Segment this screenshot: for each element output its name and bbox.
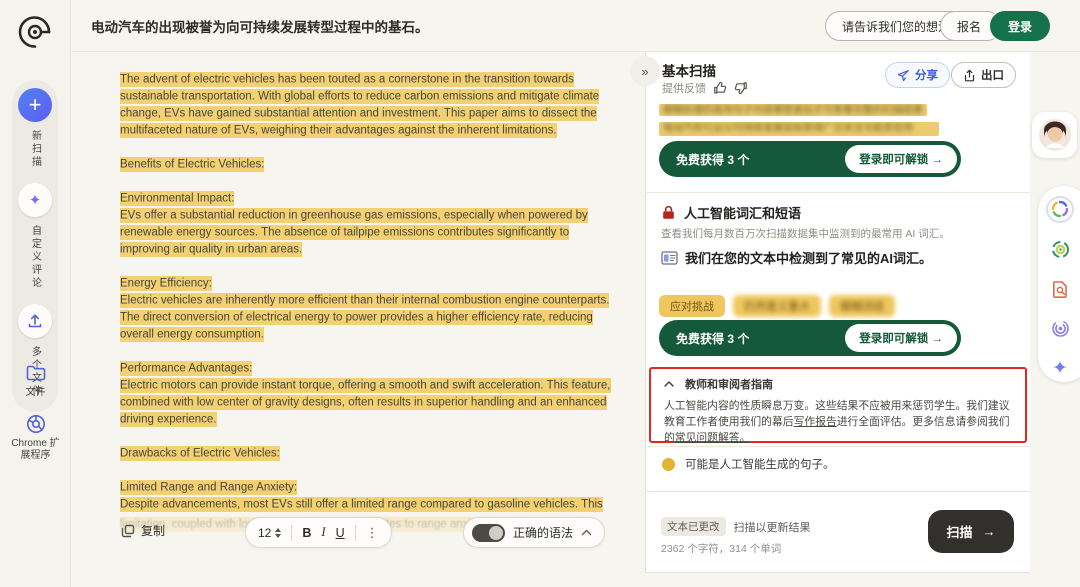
underline-button[interactable]: U	[336, 526, 345, 540]
multiple-files-button[interactable]	[18, 304, 52, 338]
custom-review-button[interactable]: ✦	[18, 183, 52, 217]
ai-vocab-subtitle: 查看我们每月数百万次扫描数据集中监测到的最常用 AI 词汇。	[661, 226, 950, 241]
font-size-stepper[interactable]: 12	[258, 526, 281, 540]
vocab-card-icon	[661, 251, 678, 265]
chevron-up-icon[interactable]	[581, 529, 592, 536]
vocab-tag[interactable]: 应对挑战	[659, 295, 725, 317]
unlock-banner-label: 免费获得 3 个	[659, 330, 845, 347]
educator-guide-body: 人工智能内容的性质瞬息万变。这些结果不应被用来惩罚学生。我们建议教育工作者使用我…	[664, 398, 1012, 446]
arrow-right-icon: →	[983, 524, 996, 539]
grammar-toggle[interactable]	[472, 524, 505, 542]
new-scan-label: 新扫描	[28, 130, 43, 169]
export-button[interactable]: 出口	[951, 62, 1016, 88]
sparkle-tool-icon[interactable]: ✦	[1046, 355, 1074, 382]
chrome-icon[interactable]	[25, 413, 47, 435]
faq-link[interactable]: 常见问题解答。	[675, 432, 751, 444]
copy-icon	[121, 524, 135, 538]
paragraph: Environmental Impact: EVs offer a substa…	[120, 190, 612, 258]
login-unlock-button[interactable]: 登录即可解锁 →	[845, 324, 957, 352]
vocab-tag-blurred: 模糊词组	[829, 295, 895, 317]
vocab-tag-blurred: 仍然意义重大	[733, 295, 821, 317]
share-button[interactable]: 分享	[885, 62, 950, 88]
paragraph: Performance Advantages: Electric motors …	[120, 360, 612, 428]
scan-button[interactable]: 扫描 →	[928, 510, 1014, 553]
panel-title: 基本扫描	[662, 60, 716, 80]
more-options-icon[interactable]: ⋮	[366, 525, 379, 541]
scan-results-panel: » 基本扫描 提供反馈 分享 出口 模糊处理的高亮句子内容需登录后才可查看完整的…	[645, 52, 1030, 573]
italic-button[interactable]: I	[321, 525, 325, 540]
auth-buttons: 报名 登录	[940, 11, 1050, 41]
detected-vocab-text: 我们在您的文本中检测到了常见的AI词汇。	[685, 248, 932, 267]
sidebar: + 新扫描 ✦ 自定义评论 多个文件 文件 Chro	[0, 0, 71, 587]
chevron-up-icon[interactable]	[664, 381, 674, 387]
detected-vocab-row: 我们在您的文本中检测到了常见的AI词汇。	[661, 248, 932, 267]
sidebar-bottom-group: 文件 Chrome 扩 展程序	[0, 348, 71, 462]
sparkle-icon: ✦	[1052, 357, 1068, 380]
sparkle-icon: ✦	[29, 191, 42, 209]
avatar-image	[1038, 118, 1072, 152]
paragraph: Drawbacks of Electric Vehicles:	[120, 445, 612, 462]
divider	[646, 446, 1030, 447]
unlock-banner[interactable]: 免费获得 3 个 登录即可解锁 →	[659, 320, 961, 356]
ai-sentence-legend: 可能是人工智能生成的句子。	[662, 456, 835, 472]
blurred-highlighted-sentence: 模糊处理的高亮句子内容需登录后才可查看完整的扫描结果	[659, 104, 927, 116]
ai-vocab-section-header: 人工智能词汇和短语	[661, 203, 801, 222]
editor-text[interactable]: The advent of electric vehicles has been…	[120, 71, 612, 550]
new-scan-button[interactable]: +	[18, 88, 52, 122]
paragraph: Limited Range and Range Anxiety: Despite…	[120, 479, 612, 513]
plagiarism-tool-icon[interactable]	[1046, 236, 1074, 263]
paragraph: The advent of electric vehicles has been…	[120, 71, 612, 139]
ai-scan-tool-icon[interactable]	[1046, 196, 1074, 223]
panel-footer: 文本已更改 扫描以更新结果 2362 个字符，314 个单词 扫描 →	[646, 491, 1030, 572]
divider	[646, 192, 1030, 193]
educator-guide-box: 教师和审阅者指南 人工智能内容的性质瞬息万变。这些结果不应被用来惩罚学生。我们建…	[649, 367, 1027, 443]
paper-plane-icon	[897, 69, 910, 82]
paragraph: Benefits of Electric Vehicles:	[120, 156, 612, 173]
bold-button[interactable]: B	[302, 526, 311, 540]
app-root: + 新扫描 ✦ 自定义评论 多个文件 文件 Chro	[0, 0, 1080, 587]
legend-text: 可能是人工智能生成的句子。	[685, 456, 835, 472]
files-label: 文件	[26, 387, 46, 399]
educator-guide-header[interactable]: 教师和审阅者指南	[664, 376, 1012, 392]
panel-collapse-button[interactable]: »	[630, 56, 660, 86]
plus-icon: +	[29, 92, 42, 118]
upload-icon	[27, 313, 43, 329]
editor-area[interactable]: The advent of electric vehicles has been…	[71, 52, 645, 587]
paragraph: Energy Efficiency: Electric vehicles are…	[120, 275, 612, 343]
unlock-banner[interactable]: 免费获得 3 个 登录即可解锁 →	[659, 141, 961, 177]
grammar-toggle-group: 正确的语法	[463, 517, 605, 548]
char-word-count: 2362 个字符，314 个单词	[661, 541, 781, 556]
top-bar: 电动汽车的出现被誉为向可持续发展转型过程中的基石。 请告诉我们您的想法 报名 登…	[71, 0, 1080, 52]
feedback-label: 提供反馈	[662, 80, 706, 96]
document-check-tool-icon[interactable]	[1046, 276, 1074, 303]
text-changed-badge: 文本已更改	[661, 517, 726, 536]
login-unlock-button[interactable]: 登录即可解锁 →	[845, 145, 957, 173]
fingerprint-tool-icon[interactable]	[1046, 315, 1074, 342]
educator-guide-title: 教师和审阅者指南	[685, 376, 773, 392]
ai-vocab-title: 人工智能词汇和短语	[684, 203, 801, 222]
grammar-toggle-label: 正确的语法	[513, 524, 573, 541]
blurred-highlighted-sentence: 电动汽车行业以可持续发展目标获得广泛关注与投资支持	[659, 122, 939, 136]
yellow-dot-icon	[662, 458, 675, 471]
ai-vocab-tags: 应对挑战 仍然意义重大 模糊词组	[659, 295, 895, 317]
copy-button[interactable]: 复制	[121, 522, 165, 539]
feedback-row: 提供反馈	[662, 80, 748, 96]
detector-toolbar: ✦	[1038, 186, 1080, 382]
writing-report-link[interactable]: 写作报告	[794, 416, 837, 428]
document-title: 电动汽车的出现被誉为向可持续发展转型过程中的基石。	[91, 16, 429, 36]
chrome-extension-label: Chrome 扩 展程序	[11, 438, 59, 462]
stepper-arrows-icon[interactable]	[275, 528, 281, 538]
folder-icon[interactable]	[25, 362, 47, 384]
login-button[interactable]: 登录	[990, 11, 1050, 41]
unlock-banner-label: 免费获得 3 个	[659, 151, 845, 168]
lock-icon	[661, 205, 676, 220]
thumbs-down-icon[interactable]	[734, 81, 748, 95]
thumbs-up-icon[interactable]	[713, 81, 727, 95]
export-icon	[963, 69, 976, 82]
assistant-avatar[interactable]	[1032, 112, 1077, 158]
gptzero-logo-icon[interactable]	[16, 13, 54, 51]
custom-review-label: 自定义评论	[28, 225, 43, 290]
format-toolbar: 12 B I U ⋮	[245, 517, 392, 548]
rescan-hint: 扫描以更新结果	[734, 519, 811, 535]
